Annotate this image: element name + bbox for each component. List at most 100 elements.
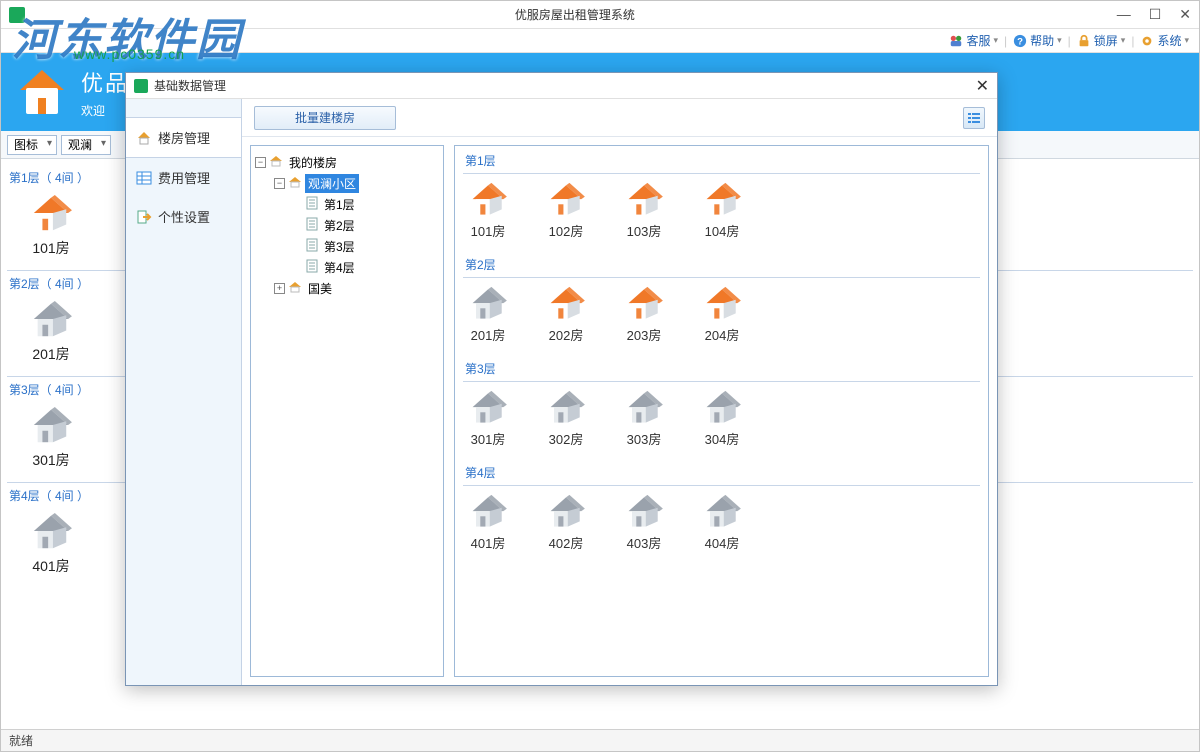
room-item[interactable]: 103房 — [623, 182, 665, 240]
room-item[interactable]: 204房 — [701, 286, 743, 344]
tree-floor[interactable]: 第1层 — [255, 194, 439, 215]
house-icon — [467, 390, 509, 426]
page-icon — [306, 238, 318, 255]
table-icon — [136, 170, 152, 186]
room-label: 102房 — [549, 221, 584, 240]
house-icon — [28, 194, 74, 234]
room-label: 204房 — [705, 325, 740, 344]
sidebar-item-table[interactable]: 费用管理 — [126, 158, 241, 197]
room-item[interactable]: 202房 — [545, 286, 587, 344]
house-icon — [701, 182, 743, 218]
room-item[interactable]: 101房 — [15, 194, 87, 258]
room-item[interactable]: 403房 — [623, 494, 665, 552]
room-item[interactable]: 401房 — [15, 512, 87, 576]
help-link[interactable]: ? 帮助▾ — [1013, 32, 1062, 49]
room-item[interactable]: 104房 — [701, 182, 743, 240]
house-icon — [467, 182, 509, 218]
house-icon — [288, 280, 302, 297]
sidebar-item-house[interactable]: 楼房管理 — [126, 117, 241, 158]
tree-label[interactable]: 第1层 — [321, 195, 358, 214]
floor-header: 第1层 — [463, 146, 980, 174]
room-item[interactable]: 102房 — [545, 182, 587, 240]
page-icon — [306, 217, 318, 234]
community-select[interactable]: 观澜 — [61, 135, 111, 155]
watermark-url: www.pc0359.cn — [74, 46, 185, 62]
house-icon — [701, 494, 743, 530]
room-item[interactable]: 404房 — [701, 494, 743, 552]
room-label: 403房 — [627, 533, 662, 552]
sidebar-item-export[interactable]: 个性设置 — [126, 197, 241, 236]
house-icon — [467, 494, 509, 530]
room-label: 101房 — [471, 221, 506, 240]
room-label: 104房 — [705, 221, 740, 240]
tree-community[interactable]: − 观澜小区 — [255, 173, 439, 194]
basic-data-dialog: 基础数据管理 ✕ 楼房管理费用管理个性设置 批量建楼房 −我的楼房−观澜小区第1… — [125, 72, 998, 686]
house-icon — [28, 300, 74, 340]
tree-label[interactable]: 我的楼房 — [286, 153, 340, 172]
gear-icon — [1140, 34, 1154, 48]
room-label: 203房 — [627, 325, 662, 344]
tree-label[interactable]: 第3层 — [321, 237, 358, 256]
sidebar-item-label: 费用管理 — [158, 168, 210, 187]
svg-text:?: ? — [1017, 36, 1023, 47]
room-label: 404房 — [705, 533, 740, 552]
room-label: 304房 — [705, 429, 740, 448]
house-icon — [28, 406, 74, 446]
system-link[interactable]: 系统▾ — [1140, 32, 1189, 49]
building-tree[interactable]: −我的楼房−观澜小区第1层第2层第3层第4层+国美 — [250, 145, 444, 677]
tree-label[interactable]: 国美 — [305, 279, 335, 298]
sidebar-item-label: 楼房管理 — [158, 128, 210, 147]
room-item[interactable]: 303房 — [623, 390, 665, 448]
dialog-close-button[interactable]: ✕ — [976, 76, 989, 96]
collapse-icon[interactable]: − — [274, 178, 285, 189]
house-icon — [545, 494, 587, 530]
room-item[interactable]: 302房 — [545, 390, 587, 448]
room-item[interactable]: 304房 — [701, 390, 743, 448]
floor-header: 第4层 — [463, 458, 980, 486]
room-label: 302房 — [549, 429, 584, 448]
house-icon — [269, 154, 283, 171]
tree-floor[interactable]: 第4层 — [255, 257, 439, 278]
tree-root[interactable]: − 我的楼房 — [255, 152, 439, 173]
room-label: 101房 — [32, 238, 69, 258]
room-item[interactable]: 101房 — [467, 182, 509, 240]
room-label: 103房 — [627, 221, 662, 240]
view-toggle-button[interactable] — [963, 107, 985, 129]
expand-icon[interactable]: + — [274, 283, 285, 294]
room-label: 402房 — [549, 533, 584, 552]
room-item[interactable]: 203房 — [623, 286, 665, 344]
tree-floor[interactable]: 第2层 — [255, 215, 439, 236]
list-icon — [967, 111, 981, 125]
collapse-icon[interactable]: − — [255, 157, 266, 168]
house-icon — [288, 175, 302, 192]
tree-label[interactable]: 第2层 — [321, 216, 358, 235]
room-label: 201房 — [32, 344, 69, 364]
room-item[interactable]: 401房 — [467, 494, 509, 552]
tree-label[interactable]: 第4层 — [321, 258, 358, 277]
house-icon — [545, 390, 587, 426]
room-item[interactable]: 402房 — [545, 494, 587, 552]
dialog-titlebar: 基础数据管理 ✕ — [126, 73, 997, 99]
tree-label[interactable]: 观澜小区 — [305, 174, 359, 193]
tree-floor[interactable]: 第3层 — [255, 236, 439, 257]
house-icon — [545, 286, 587, 322]
room-label: 401房 — [32, 556, 69, 576]
room-label: 202房 — [549, 325, 584, 344]
house-icon — [623, 390, 665, 426]
room-item[interactable]: 301房 — [467, 390, 509, 448]
maximize-button[interactable]: ☐ — [1149, 6, 1162, 23]
customer-service-link[interactable]: 客服▾ — [949, 32, 998, 49]
house-icon — [545, 182, 587, 218]
lock-link[interactable]: 锁屏▾ — [1077, 32, 1126, 49]
minimize-button[interactable]: — — [1117, 6, 1131, 23]
room-item[interactable]: 301房 — [15, 406, 87, 470]
sidebar-item-label: 个性设置 — [158, 207, 210, 226]
view-mode-select[interactable]: 图标 — [7, 135, 57, 155]
status-text: 就绪 — [9, 732, 33, 749]
lock-icon — [1077, 34, 1091, 48]
room-item[interactable]: 201房 — [467, 286, 509, 344]
tree-community[interactable]: + 国美 — [255, 278, 439, 299]
close-button[interactable]: ✕ — [1179, 6, 1191, 23]
batch-create-button[interactable]: 批量建楼房 — [254, 106, 396, 130]
room-item[interactable]: 201房 — [15, 300, 87, 364]
